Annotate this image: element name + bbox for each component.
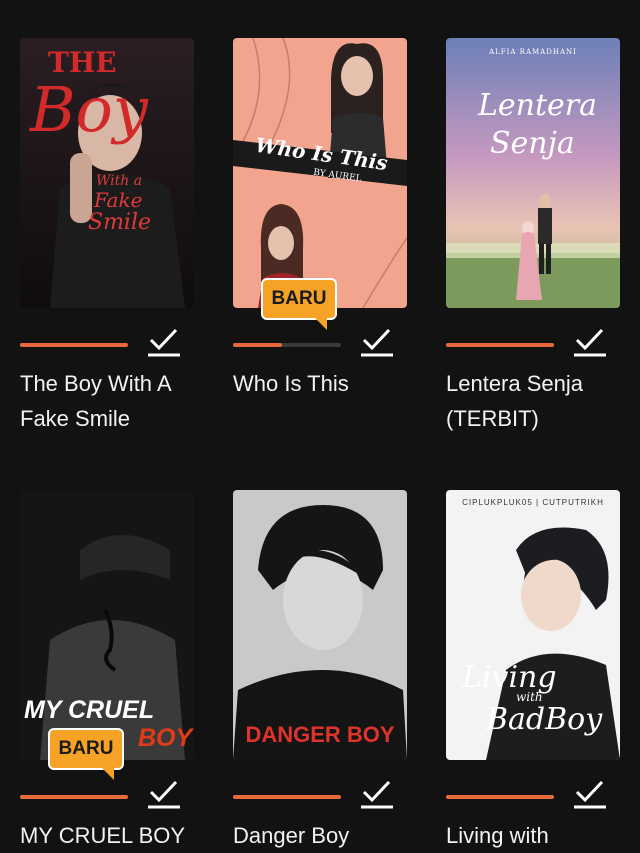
cover-title: Lentera: [478, 88, 598, 123]
book-cover[interactable]: CIPLUKPLUK05 | CUTPUTRIKH Living with Ba…: [446, 490, 620, 760]
cover-title: BOY: [138, 724, 193, 752]
book-title[interactable]: Living with: [446, 818, 626, 853]
cover-author-line: ALFIA RAMADHANI: [489, 48, 577, 56]
cover-title-main: Boy: [30, 73, 148, 146]
cover-subtitle: With a: [96, 173, 143, 189]
book-cover[interactable]: DANGER BOY: [233, 490, 407, 760]
progress-fill: [20, 343, 128, 347]
new-badge: BARU: [261, 278, 337, 330]
cover-subtitle: Smile: [88, 210, 152, 235]
progress-fill: [446, 795, 554, 799]
book-title[interactable]: The Boy With A Fake Smile: [20, 366, 200, 436]
book-cover[interactable]: ALFIA RAMADHANI Lentera Senja: [446, 38, 620, 308]
reading-progress: [20, 343, 128, 347]
book-cover[interactable]: MY CRUEL BOY: [20, 490, 194, 760]
book-title[interactable]: Lentera Senja (TERBIT): [446, 366, 626, 436]
reading-progress: [233, 343, 341, 347]
reading-progress: [20, 795, 128, 799]
cover-title: DANGER BOY: [245, 722, 395, 747]
cover-art: [446, 38, 620, 308]
book-title[interactable]: Danger Boy: [233, 818, 413, 853]
book-cover[interactable]: Who Is This BY AUREL: [233, 38, 407, 308]
checkmark-icon: [361, 328, 393, 357]
reading-progress: [446, 795, 554, 799]
badge-label: BARU: [58, 738, 114, 759]
reading-progress: [233, 795, 341, 799]
progress-fill: [446, 343, 554, 347]
book-cover[interactable]: THE Boy With a Fake Smile: [20, 38, 194, 308]
checkmark-icon: [148, 780, 180, 809]
cover-header: CIPLUKPLUK05 | CUTPUTRIKH: [462, 498, 604, 507]
book-title[interactable]: MY CRUEL BOY: [20, 818, 200, 853]
checkmark-icon: [574, 780, 606, 809]
reading-progress: [446, 343, 554, 347]
cover-title: Senja: [490, 126, 575, 161]
badge-label: BARU: [271, 288, 327, 309]
cover-title: MY CRUEL: [24, 696, 155, 724]
checkmark-icon: [361, 780, 393, 809]
book-title[interactable]: Who Is This: [233, 366, 413, 401]
progress-fill: [233, 795, 341, 799]
library-grid: THE Boy With a Fake Smile The Boy With A…: [0, 0, 640, 853]
progress-fill: [20, 795, 128, 799]
cover-title: BadBoy: [486, 702, 603, 737]
progress-fill: [233, 343, 282, 347]
checkmark-icon: [574, 328, 606, 357]
new-badge: BARU: [48, 728, 124, 780]
cover-subtitle: Fake: [94, 188, 143, 212]
cover-art: [233, 490, 407, 760]
checkmark-icon: [148, 328, 180, 357]
